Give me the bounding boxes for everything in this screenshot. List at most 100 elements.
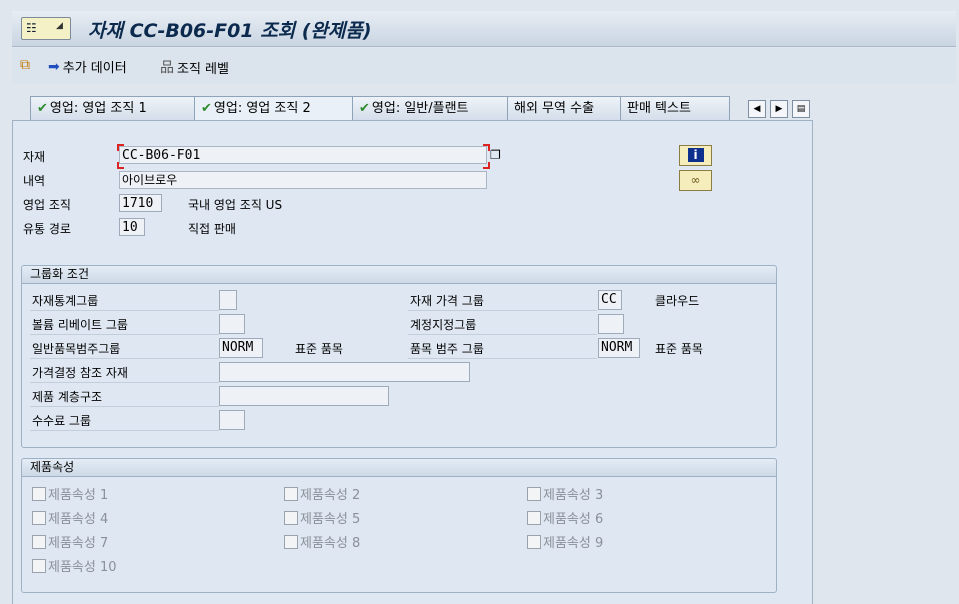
additional-data-button[interactable]: ➡ 추가 데이터 [48, 57, 127, 77]
divider [30, 310, 219, 311]
attribute-checkbox-1[interactable]: 제품속성 1 [32, 484, 108, 503]
mat-price-group-field[interactable]: CC [598, 290, 622, 310]
tab-sales-org-1[interactable]: ✔ 영업: 영업 조직 1 [30, 96, 196, 120]
checkbox-box [527, 534, 541, 549]
divider [30, 358, 219, 359]
dist-channel-field[interactable]: 10 [119, 218, 145, 236]
divider [30, 406, 219, 407]
sales-org-label: 영업 조직 [23, 198, 71, 212]
description-label: 내역 [23, 174, 46, 188]
triangle-right-icon: ▶ [775, 104, 783, 114]
where-used-button[interactable]: ∞ [679, 170, 712, 191]
mat-price-group-label: 자재 가격 그룹 [410, 294, 484, 308]
required-marker [117, 162, 124, 169]
divider [30, 334, 219, 335]
checkbox-box [527, 510, 541, 525]
info-icon: i [687, 148, 704, 162]
volume-rebate-group-label: 볼륨 리베이트 그룹 [32, 318, 128, 332]
check-icon: ✔ [201, 101, 212, 116]
product-attributes-group-box: 제품속성 [21, 458, 777, 593]
commission-group-label: 수수료 그룹 [32, 414, 92, 428]
chevron-down-icon: ◢ [56, 21, 63, 31]
dist-channel-text: 직접 판매 [188, 222, 236, 236]
checkbox-box [284, 486, 298, 501]
org-structure-icon: 品 [160, 60, 174, 76]
pricing-ref-material-label: 가격결정 참조 자재 [32, 366, 128, 380]
commission-group-field[interactable] [219, 410, 245, 430]
sales-org-text: 국내 영업 조직 US [188, 198, 283, 212]
menu-icon: ☷ [26, 21, 37, 35]
additional-data-label: 추가 데이터 [62, 61, 127, 76]
required-marker [117, 144, 124, 151]
attribute-checkbox-2[interactable]: 제품속성 2 [284, 484, 360, 503]
check-icon: ✔ [359, 101, 370, 116]
system-menu-button[interactable]: ☷ ◢ [21, 17, 71, 40]
item-cat-group-field[interactable]: NORM [598, 338, 640, 358]
divider [408, 310, 597, 311]
divider [408, 358, 597, 359]
attribute-checkbox-7[interactable]: 제품속성 7 [32, 532, 108, 551]
copy-field-icon[interactable]: ❐ [490, 148, 501, 162]
divider [408, 334, 597, 335]
dist-channel-label: 유통 경로 [23, 222, 71, 236]
product-hierarchy-label: 제품 계층구조 [32, 390, 103, 404]
sales-org-field[interactable]: 1710 [119, 194, 162, 212]
page-title: 자재 CC-B06-F01 조회 (완제품) [88, 20, 372, 42]
tab-prev-button[interactable]: ◀ [748, 100, 766, 118]
triangle-left-icon: ◀ [753, 104, 761, 114]
product-hierarchy-field[interactable] [219, 386, 389, 406]
item-cat-group-text: 표준 품목 [655, 342, 703, 356]
tab-list-button[interactable]: ▤ [792, 100, 810, 118]
acct-assign-group-field[interactable] [598, 314, 624, 334]
tab-sales-org-2[interactable]: ✔ 영업: 영업 조직 2 [194, 96, 354, 121]
gen-item-cat-group-label: 일반품목범주그룹 [32, 342, 121, 356]
arrow-right-icon: ➡ [48, 58, 60, 75]
checkbox-box [32, 534, 46, 549]
checkbox-box [284, 534, 298, 549]
mat-price-group-text: 클라우드 [655, 294, 700, 308]
check-icon: ✔ [37, 101, 48, 116]
description-field[interactable]: 아이브로우 [119, 171, 487, 189]
info-button[interactable]: i [679, 145, 712, 166]
tab-next-button[interactable]: ▶ [770, 100, 788, 118]
acct-assign-group-label: 계정지정그룹 [410, 318, 477, 332]
application-toolbar: ⧉ ➡ 추가 데이터 品 조직 레벨 [12, 48, 956, 84]
group-title: 그룹화 조건 [22, 266, 776, 284]
tab-sales-text[interactable]: 판매 텍스트 [620, 96, 730, 120]
tab-sales-general-plant[interactable]: ✔ 영업: 일반/플랜트 [352, 96, 508, 120]
title-bar: ☷ ◢ 자재 CC-B06-F01 조회 (완제품) [12, 11, 956, 47]
org-levels-label: 조직 레벨 [177, 61, 229, 77]
attribute-checkbox-4[interactable]: 제품속성 4 [32, 508, 108, 527]
pricing-ref-material-field[interactable] [219, 362, 470, 382]
list-icon: ▤ [796, 104, 806, 114]
gen-item-cat-group-text: 표준 품목 [295, 342, 343, 356]
material-field[interactable]: CC-B06-F01 [119, 146, 487, 164]
checkbox-box [32, 510, 46, 525]
group-title: 제품속성 [22, 459, 776, 477]
glasses-icon: ∞ [690, 173, 701, 187]
copy-icon: ⧉ [20, 57, 30, 73]
tab-foreign-trade-export[interactable]: 해외 무역 수출 [507, 96, 621, 120]
attribute-checkbox-5[interactable]: 제품속성 5 [284, 508, 360, 527]
attribute-checkbox-3[interactable]: 제품속성 3 [527, 484, 603, 503]
divider [30, 382, 219, 383]
org-levels-button[interactable]: 品 조직 레벨 [160, 57, 229, 77]
attribute-checkbox-10[interactable]: 제품속성 10 [32, 556, 117, 575]
gen-item-cat-group-field[interactable]: NORM [219, 338, 263, 358]
mat-stat-group-label: 자재통계그룹 [32, 294, 99, 308]
material-label: 자재 [23, 150, 46, 164]
attribute-checkbox-9[interactable]: 제품속성 9 [527, 532, 603, 551]
attribute-checkbox-6[interactable]: 제품속성 6 [527, 508, 603, 527]
attribute-checkbox-8[interactable]: 제품속성 8 [284, 532, 360, 551]
required-marker [483, 144, 490, 151]
checkbox-box [284, 510, 298, 525]
checkbox-box [32, 486, 46, 501]
item-cat-group-label: 품목 범주 그룹 [410, 342, 484, 356]
required-marker [483, 162, 490, 169]
copy-icon-button[interactable]: ⧉ [20, 57, 30, 73]
checkbox-box [527, 486, 541, 501]
divider [30, 430, 219, 431]
mat-stat-group-field[interactable] [219, 290, 237, 310]
checkbox-box [32, 558, 46, 573]
volume-rebate-group-field[interactable] [219, 314, 245, 334]
